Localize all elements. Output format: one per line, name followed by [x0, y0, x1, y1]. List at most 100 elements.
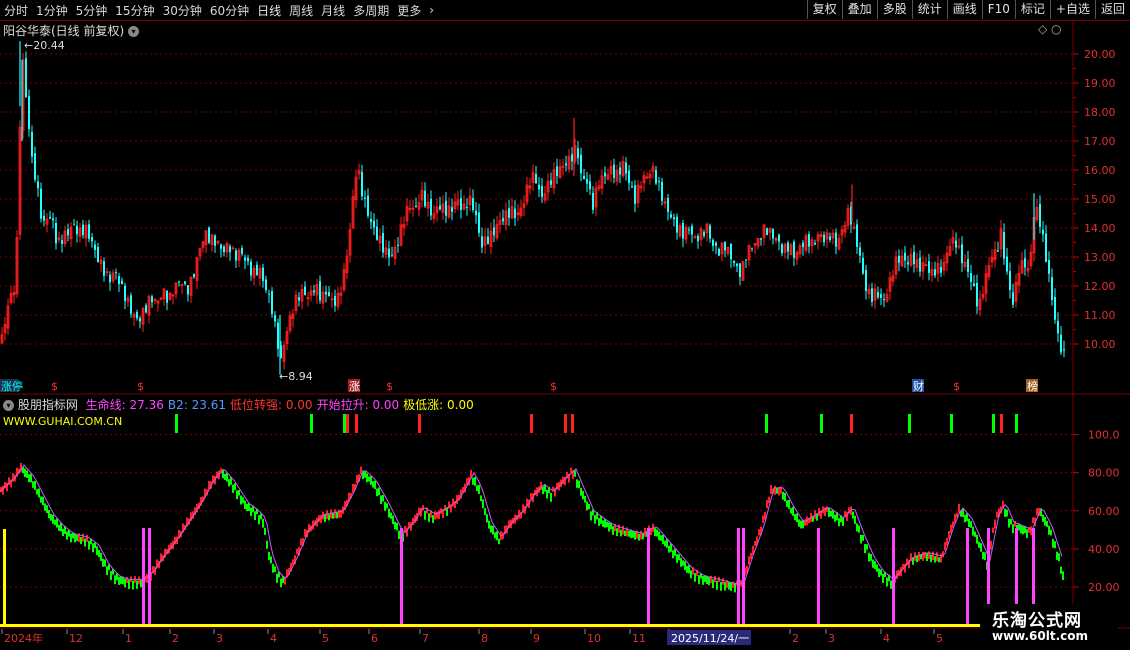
oscillator-bar: [104, 559, 106, 567]
oscillator-bar: [584, 495, 586, 503]
oscillator-bar: [120, 576, 122, 584]
oscillator-bar: [328, 514, 330, 521]
oscillator-bar: [92, 543, 94, 553]
candle-body: [688, 229, 690, 231]
signal-bar: [571, 414, 574, 433]
oscillator-bar: [452, 498, 454, 507]
oscillator-bar: [94, 542, 96, 549]
oscillator-bar: [658, 531, 660, 541]
candle-body: [361, 171, 363, 197]
candle-body: [736, 263, 738, 267]
oscillator-bar: [52, 514, 54, 524]
candle-body: [478, 212, 480, 233]
oscillator-bar: [798, 519, 800, 527]
oscillator-bar: [50, 514, 52, 521]
oscillator-bar: [852, 511, 854, 519]
oscillator-bar: [968, 518, 970, 528]
oscillator-bar: [664, 540, 666, 547]
chart-settings-icons[interactable]: ◇ ○: [1038, 22, 1062, 36]
oscillator-bar: [240, 495, 242, 505]
oscillator-bar: [790, 508, 792, 514]
candle-body: [151, 296, 153, 303]
oscillator-bar: [1020, 525, 1022, 534]
candle-body: [787, 242, 789, 252]
oscillator-bar: [934, 556, 936, 563]
candle-body: [589, 181, 591, 190]
candle-body: [481, 236, 483, 248]
candle-body: [328, 292, 330, 297]
candle-body: [781, 244, 783, 254]
oscillator-bar: [128, 580, 130, 590]
oscillator-bar: [236, 490, 238, 500]
candle-body: [472, 198, 474, 211]
indicator-dropdown-icon[interactable]: ▾: [3, 400, 14, 411]
oscillator-bar: [788, 499, 790, 509]
candle-body: [1063, 349, 1065, 351]
indicator-item-value: 27.36: [125, 398, 164, 412]
oscillator-bar: [762, 515, 764, 523]
oscillator-bar: [720, 581, 722, 591]
oscillator-bar: [834, 514, 836, 522]
candle-body: [121, 280, 123, 284]
candle-body: [793, 241, 795, 258]
oscillator-bar: [44, 503, 46, 511]
candle-body: [718, 248, 720, 256]
oscillator-bar: [26, 470, 28, 478]
rise-signal-bar: [148, 528, 151, 626]
candle-body: [1054, 296, 1056, 320]
price-tick-label: 18.00: [1084, 106, 1116, 119]
candle-body: [715, 242, 717, 246]
title-dropdown-icon[interactable]: ▾: [128, 26, 140, 37]
oscillator-bar: [54, 519, 56, 526]
candle-body: [967, 259, 969, 272]
oscillator-bar: [58, 524, 60, 531]
candle-body: [271, 291, 273, 314]
candle-body: [88, 224, 90, 239]
candle-body: [634, 185, 636, 204]
oscillator-bar: [702, 575, 704, 585]
oscillator-bar: [980, 543, 982, 552]
oscillator-bar: [932, 551, 934, 560]
oscillator-bar: [876, 564, 878, 572]
oscillator-bar: [296, 548, 298, 555]
oscillator-bar: [602, 520, 604, 527]
candle-body: [313, 290, 315, 293]
oscillator-bar: [1006, 509, 1008, 517]
oscillator-bar: [262, 518, 264, 528]
signal-bar: [992, 414, 995, 433]
rise-signal-bar: [966, 528, 969, 626]
candle-body: [67, 228, 69, 236]
candle-body: [1057, 320, 1059, 334]
oscillator-bar: [830, 510, 832, 517]
signal-bar: [1015, 414, 1018, 433]
oscillator-bar: [688, 565, 690, 574]
candle-body: [628, 170, 630, 184]
kline-chart[interactable]: 20.0019.0018.0017.0016.0015.0014.0013.00…: [0, 0, 1130, 650]
oscillator-bar: [140, 579, 142, 588]
oscillator-bar: [936, 552, 938, 562]
oscillator-bar: [754, 540, 756, 547]
oscillator-bar: [882, 574, 884, 584]
oscillator-bar: [770, 484, 772, 494]
oscillator-bar: [244, 500, 246, 510]
oscillator-bar: [878, 568, 880, 578]
oscillator-bar: [226, 472, 228, 482]
candle-body: [373, 220, 375, 228]
oscillator-bar: [330, 509, 332, 519]
oscillator-bar: [862, 534, 864, 541]
candle-body: [583, 175, 585, 179]
oscillator-bar: [434, 511, 436, 520]
candle-body: [829, 236, 831, 240]
candle-body: [424, 190, 426, 207]
candle-body: [430, 198, 432, 216]
oscillator-bar: [388, 508, 390, 518]
candle-body: [136, 312, 138, 319]
oscillator-bar: [728, 582, 730, 590]
oscillator-bar: [918, 551, 920, 561]
oscillator-bar: [272, 563, 274, 573]
time-label: 6: [371, 632, 378, 645]
oscillator-bar: [438, 510, 440, 520]
signal-bar: [820, 414, 823, 433]
oscillator-bar: [706, 575, 708, 585]
oscillator-bar: [598, 518, 600, 526]
